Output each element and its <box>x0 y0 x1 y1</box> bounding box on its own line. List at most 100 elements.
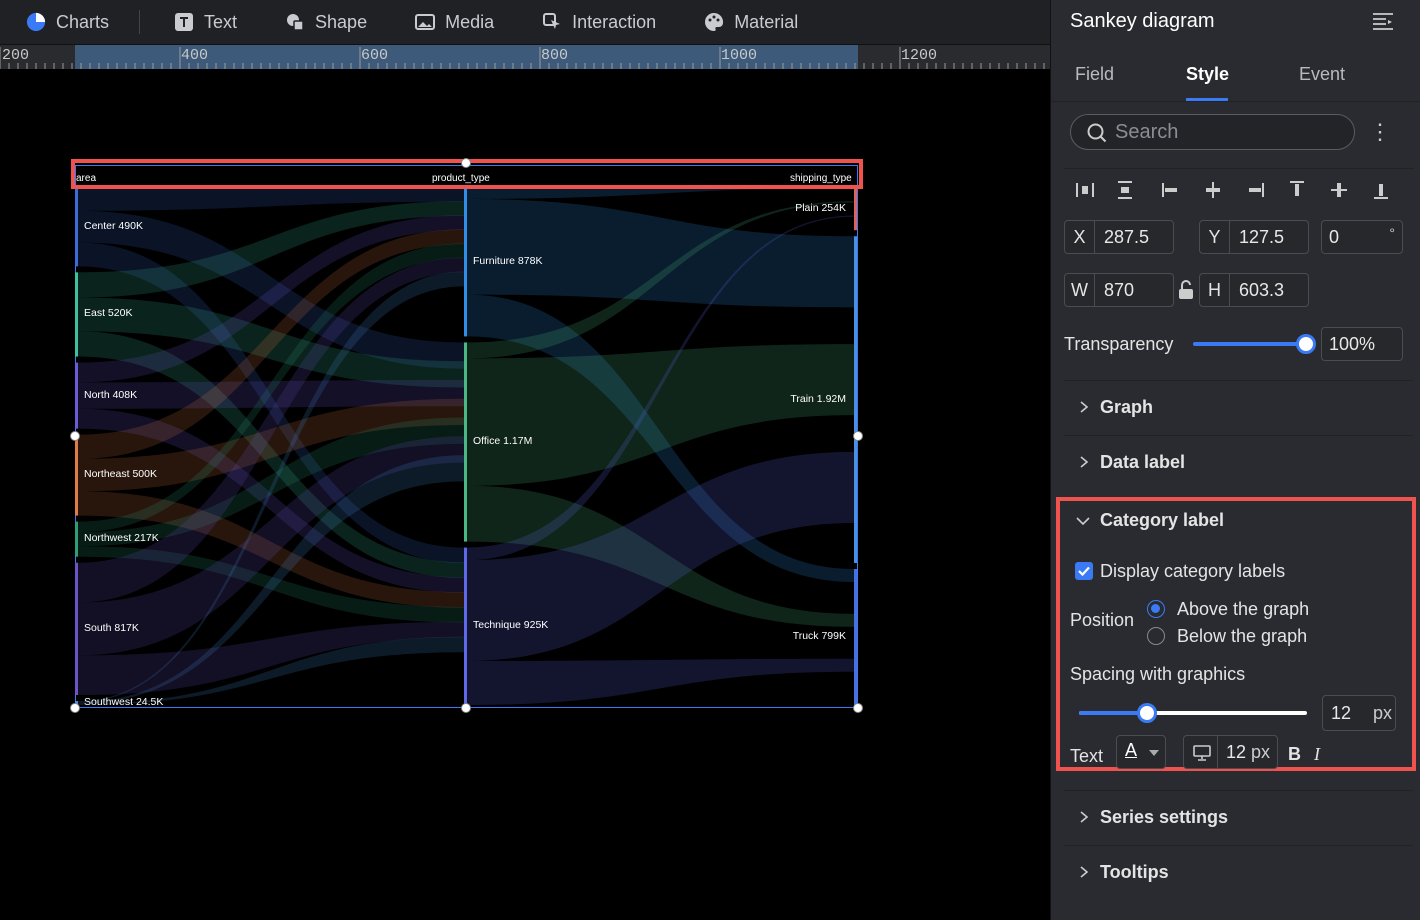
spacing-unit: px <box>1373 703 1393 723</box>
transparency-value-field[interactable]: 100% <box>1321 327 1403 361</box>
sankey-node <box>75 187 78 267</box>
sankey-node-label: Train 1.92M <box>790 392 846 405</box>
display-category-labels-checkbox[interactable] <box>1075 562 1093 580</box>
section-tooltips[interactable]: Tooltips <box>1064 845 1413 899</box>
text-label: Text <box>204 11 238 32</box>
tab-event[interactable]: Event <box>1299 64 1345 85</box>
align-left-icon[interactable] <box>1160 179 1182 201</box>
distribute-vertical-icon[interactable] <box>1114 179 1136 201</box>
sankey-node-label: Technique 925K <box>473 619 549 632</box>
more-options-icon[interactable]: ⋮ <box>1369 120 1391 144</box>
x-position-field[interactable]: X 287.5 <box>1064 220 1174 254</box>
active-tab-indicator <box>1186 98 1228 101</box>
text-color-picker[interactable]: A <box>1116 735 1166 769</box>
material-label: Material <box>734 11 799 32</box>
rotation-field[interactable]: 0 ° <box>1321 220 1403 254</box>
editor-canvas[interactable]: area product_type shipping_type Center 4… <box>0 69 1050 920</box>
text-color-icon: A <box>1125 740 1138 760</box>
top-toolbar: Charts Text Shape Media Interaction Mate… <box>0 0 1050 45</box>
w-value[interactable]: 870 <box>1095 274 1134 306</box>
text-icon <box>174 12 194 32</box>
media-menu[interactable]: Media <box>389 0 516 45</box>
section-title-category-label[interactable]: Category label <box>1100 510 1224 531</box>
spacing-value-field[interactable]: 12 px <box>1322 695 1396 731</box>
resize-handle-left[interactable] <box>70 431 80 441</box>
rotation-value[interactable]: 0 <box>1322 221 1339 253</box>
resize-handle-right[interactable] <box>853 431 863 441</box>
font-size-field[interactable]: 12 px <box>1183 735 1278 769</box>
ruler-label: 200 <box>2 47 30 64</box>
y-position-field[interactable]: Y 127.5 <box>1199 220 1309 254</box>
sankey-node <box>75 272 78 357</box>
text-style-label: Text <box>1070 746 1104 766</box>
section-title: Graph <box>1100 397 1154 417</box>
collapse-panel-icon[interactable] <box>1372 12 1393 32</box>
search-input[interactable] <box>1115 119 1345 145</box>
checkmark-icon <box>1078 566 1090 577</box>
below-graph-radio[interactable] <box>1147 627 1165 645</box>
italic-button[interactable]: I <box>1314 744 1320 765</box>
resize-handle-bottom-left[interactable] <box>70 703 80 713</box>
align-middle-vertical-icon[interactable] <box>1328 179 1350 201</box>
tab-style[interactable]: Style <box>1186 64 1229 85</box>
section-title: Data label <box>1100 452 1186 472</box>
search-icon <box>1087 123 1107 143</box>
search-box[interactable] <box>1070 114 1355 150</box>
align-center-horizontal-icon[interactable] <box>1202 179 1224 201</box>
distribute-horizontal-icon[interactable] <box>1074 179 1096 201</box>
resize-handle-bottom[interactable] <box>461 703 471 713</box>
position-label: Position <box>1070 610 1135 630</box>
section-graph[interactable]: Graph <box>1064 380 1413 434</box>
font-size-value[interactable]: 12 <box>1226 742 1246 763</box>
interaction-icon <box>542 12 562 32</box>
unlock-aspect-icon[interactable] <box>1178 280 1194 300</box>
ruler-ticks <box>0 47 1045 69</box>
sankey-node-label: Northwest 217K <box>84 532 159 545</box>
bold-button[interactable]: B <box>1288 744 1301 765</box>
transparency-slider-track[interactable] <box>1193 342 1306 346</box>
section-data-label[interactable]: Data label <box>1064 435 1413 489</box>
h-value[interactable]: 603.3 <box>1230 274 1284 306</box>
sankey-node <box>75 562 78 696</box>
ruler-label: 600 <box>361 47 389 64</box>
sankey-node-label: Furniture 878K <box>473 254 543 267</box>
align-right-icon[interactable] <box>1244 179 1266 201</box>
resize-handle-top[interactable] <box>461 158 471 168</box>
transparency-slider-thumb[interactable] <box>1296 334 1316 354</box>
charts-menu[interactable]: Charts <box>0 0 131 45</box>
category-label-shipping-type: shipping_type <box>790 173 852 184</box>
x-value[interactable]: 287.5 <box>1095 221 1149 253</box>
sankey-node <box>854 187 857 231</box>
sankey-node-label: North 408K <box>84 388 138 401</box>
width-field[interactable]: W 870 <box>1064 273 1174 307</box>
category-label-area: area <box>76 173 97 184</box>
shape-menu[interactable]: Shape <box>259 0 389 45</box>
transparency-label: Transparency <box>1064 334 1174 354</box>
section-series-settings[interactable]: Series settings <box>1064 790 1413 844</box>
above-graph-radio[interactable] <box>1147 600 1165 618</box>
y-value[interactable]: 127.5 <box>1230 221 1284 253</box>
tab-field[interactable]: Field <box>1075 64 1114 85</box>
sankey-node <box>464 547 467 705</box>
chevron-down-icon[interactable] <box>1076 515 1090 527</box>
spacing-value[interactable]: 12 <box>1331 703 1351 724</box>
material-menu[interactable]: Material <box>678 0 820 45</box>
spacing-slider-thumb[interactable] <box>1137 703 1158 723</box>
height-field[interactable]: H 603.3 <box>1199 273 1309 307</box>
ruler-label: 400 <box>181 47 209 64</box>
w-label: W <box>1065 274 1095 306</box>
align-top-icon[interactable] <box>1286 179 1308 201</box>
sankey-node <box>854 236 857 564</box>
section-title: Series settings <box>1100 807 1229 827</box>
interaction-menu[interactable]: Interaction <box>516 0 678 45</box>
resize-handle-bottom-right[interactable] <box>853 703 863 713</box>
sankey-node <box>464 187 467 337</box>
sankey-node-label: Plain 254K <box>795 201 846 214</box>
panel-tabs: Field Style Event <box>1051 46 1420 102</box>
text-menu[interactable]: Text <box>148 0 259 45</box>
x-label: X <box>1065 221 1095 253</box>
align-bottom-icon[interactable] <box>1370 179 1392 201</box>
sankey-node <box>75 434 78 516</box>
sankey-chart[interactable]: area product_type shipping_type Center 4… <box>70 158 863 713</box>
chevron-right-icon <box>1080 401 1089 413</box>
